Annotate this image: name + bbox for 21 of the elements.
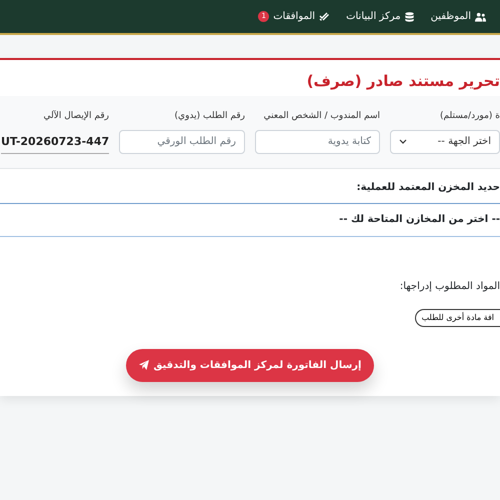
nav-link[interactable]: الموظفين [430,9,486,24]
items-label: المواد المطلوب إدراجها: [398,280,500,294]
warehouse-label: حديد المخزن المعتمد للعملية: [356,180,500,194]
text-field[interactable]: كتابة يدوية [255,130,380,154]
field-label: اسم المندوب / الشخص المعني [262,110,380,123]
submit-button[interactable]: إرسال الفاتورة لمركز الموافقات والتدقيق [126,348,374,382]
field-label: رقم الإيصال الآلي [42,110,109,123]
field-label: ة (مورد/مستلم) [439,110,500,123]
text-field[interactable]: رقم الطلب الورقي [119,130,245,154]
double-check-icon [319,12,330,21]
add-item-button[interactable]: افة مادة أخرى للطلب [414,308,500,326]
users-icon [475,12,486,22]
paper-plane-icon [138,360,149,370]
dropdown-field[interactable]: اختر الجهة -- [390,130,500,154]
nav-link[interactable]: مركز البيانات [346,9,414,24]
field-label: رقم الطلب (يدوي) [174,110,245,123]
receipt-number-field[interactable]: UT-20260723-447 [1,130,109,154]
chevron-icon [399,139,407,144]
warehouse-select[interactable]: -- اختر من المخازن المتاحة لك -- [0,202,500,236]
page-title: تحرير مستند صادر (صرف) [306,71,500,92]
database-icon [404,12,414,22]
